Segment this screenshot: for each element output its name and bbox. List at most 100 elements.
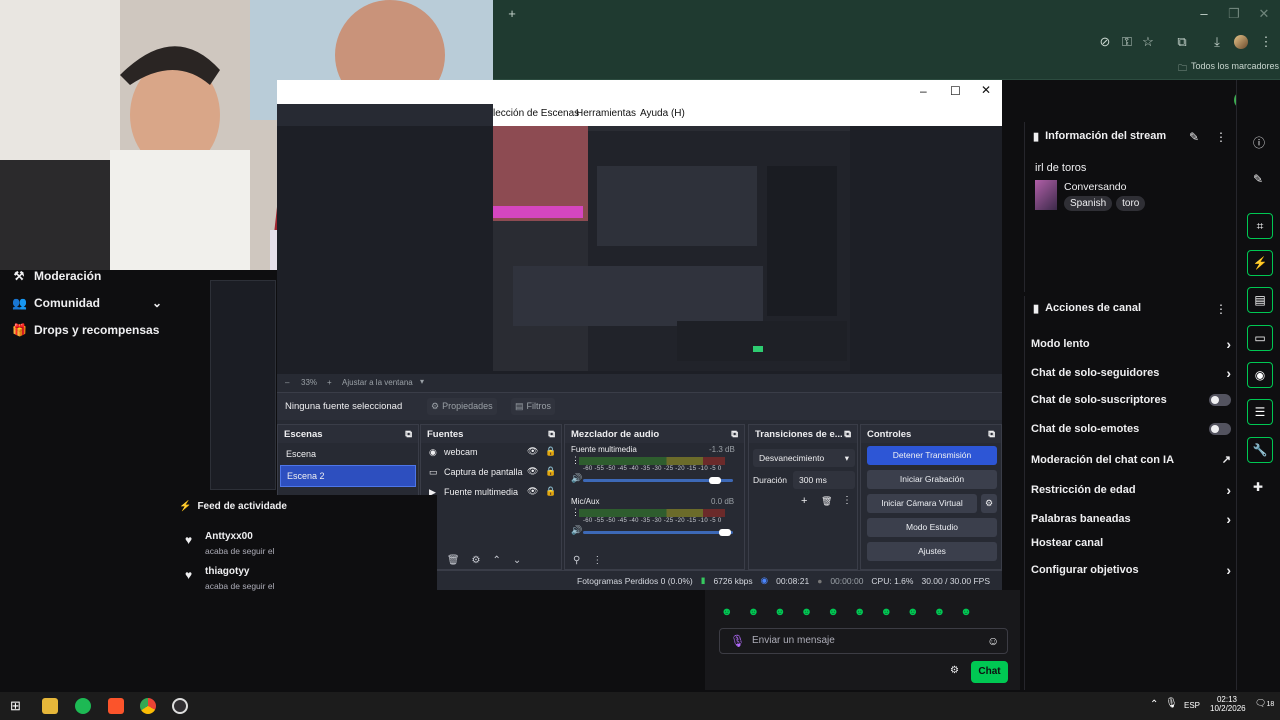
obs-preview[interactable] bbox=[277, 126, 1002, 416]
delete-icon[interactable]: 🗑 bbox=[821, 496, 832, 507]
volume-slider[interactable] bbox=[583, 477, 733, 484]
key-icon[interactable]: ⚿ bbox=[1117, 32, 1137, 52]
action-slow-mode[interactable]: Modo lento › bbox=[1031, 336, 1231, 352]
action-host-channel[interactable]: Hostear canal bbox=[1031, 537, 1231, 549]
source-item[interactable]: ◉ webcam 👁 🔒 bbox=[421, 443, 561, 463]
scene-item-selected[interactable]: Escena 2 bbox=[280, 465, 416, 487]
dock-float-icon[interactable]: ⧉ bbox=[988, 429, 995, 440]
subs-only-toggle[interactable] bbox=[1209, 394, 1231, 406]
menu-scene-collection[interactable]: lección de Escenas bbox=[493, 108, 579, 119]
start-recording-button[interactable]: Iniciar Grabación bbox=[867, 470, 997, 489]
emote-icon[interactable]: ☻ bbox=[854, 606, 866, 618]
menu-icon[interactable]: ⋮ bbox=[1256, 32, 1276, 52]
emote-icon[interactable]: ☻ bbox=[960, 606, 972, 618]
move-down-icon[interactable]: ⌄ bbox=[513, 555, 521, 566]
duration-input[interactable]: 300 ms bbox=[793, 471, 855, 489]
gear-icon[interactable]: ⚙ bbox=[472, 555, 481, 566]
chat-input[interactable]: 🎙 Enviar un mensaje ☺ bbox=[719, 628, 1008, 654]
chat-bubble-icon[interactable]: ▭ bbox=[1247, 325, 1273, 351]
obs-icon[interactable] bbox=[172, 698, 188, 714]
visibility-icon[interactable]: 👁 bbox=[527, 486, 538, 497]
clock[interactable]: 02:13 10/2/2026 bbox=[1210, 695, 1246, 713]
nav-moderation[interactable]: ⚒ Moderación bbox=[12, 269, 102, 283]
link-icon[interactable]: ⚲ bbox=[573, 555, 580, 566]
action-set-goals[interactable]: Configurar objetivos › bbox=[1031, 562, 1231, 578]
spotify-icon[interactable] bbox=[75, 698, 91, 714]
add-transition-icon[interactable]: + bbox=[801, 495, 807, 507]
scene-item[interactable]: Escena bbox=[278, 443, 418, 465]
download-icon[interactable]: ⤓ bbox=[1207, 32, 1227, 52]
list-icon[interactable]: ☰ bbox=[1247, 399, 1273, 425]
more-icon[interactable]: ⋮ bbox=[1215, 302, 1227, 316]
more-icon[interactable]: ⋮ bbox=[592, 555, 602, 566]
properties-button[interactable]: ⚙ Propiedades bbox=[427, 398, 497, 415]
file-explorer-icon[interactable] bbox=[42, 698, 58, 714]
visibility-icon[interactable]: 👁 bbox=[527, 466, 538, 477]
emote-picker-icon[interactable]: ☺ bbox=[987, 634, 999, 648]
lock-icon[interactable]: 🔒 bbox=[545, 486, 556, 497]
start-icon[interactable]: ⊞ bbox=[10, 698, 21, 714]
visibility-icon[interactable]: 👁 bbox=[527, 446, 538, 457]
feed-user[interactable]: Anttyxx00 bbox=[205, 531, 253, 542]
fit-to-window[interactable]: Ajustar a la ventana bbox=[342, 378, 413, 387]
brave-icon[interactable] bbox=[108, 698, 124, 714]
slider-knob[interactable] bbox=[719, 529, 731, 536]
action-subs-only[interactable]: Chat de solo-suscriptores bbox=[1031, 394, 1231, 406]
studio-mode-button[interactable]: Modo Estudio bbox=[867, 518, 997, 537]
delete-icon[interactable]: 🗑 bbox=[447, 555, 460, 566]
tray-chevron-icon[interactable]: ⌃ bbox=[1150, 699, 1158, 710]
dropdown-icon[interactable]: ▾ bbox=[420, 377, 424, 386]
stop-streaming-button[interactable]: Detener Transmisión bbox=[867, 446, 997, 465]
action-followers-only[interactable]: Chat de solo-seguidores › bbox=[1031, 365, 1231, 381]
emote-icon[interactable]: ☻ bbox=[880, 606, 892, 618]
emote-icon[interactable]: ☻ bbox=[827, 606, 839, 618]
restore-icon[interactable]: ❐ bbox=[1224, 4, 1244, 24]
filters-button[interactable]: ▤ Filtros bbox=[511, 398, 556, 415]
action-emotes-only[interactable]: Chat de solo-emotes bbox=[1031, 423, 1231, 435]
wrench-icon[interactable]: 🔧 bbox=[1247, 437, 1273, 463]
clipboard-icon[interactable]: ▤ bbox=[1247, 287, 1273, 313]
obs-maximize-icon[interactable]: ☐ bbox=[950, 84, 961, 98]
category-name[interactable]: Conversando bbox=[1064, 181, 1126, 193]
info-circle-icon[interactable]: ⓘ bbox=[1253, 134, 1265, 151]
chat-send-button[interactable]: Chat bbox=[971, 661, 1008, 683]
category-boxart[interactable] bbox=[1035, 180, 1057, 210]
clip-icon[interactable]: ⌗ bbox=[1247, 213, 1273, 239]
obs-minimize-icon[interactable]: – bbox=[920, 84, 927, 98]
start-virtual-camera-button[interactable]: Iniciar Cámara Virtual bbox=[867, 494, 977, 513]
new-tab-button[interactable]: + bbox=[502, 4, 522, 24]
dock-float-icon[interactable]: ⧉ bbox=[731, 429, 738, 440]
slider-knob[interactable] bbox=[709, 477, 721, 484]
pencil-icon[interactable]: ✎ bbox=[1253, 172, 1263, 186]
volume-slider[interactable] bbox=[583, 529, 733, 536]
eye-off-icon[interactable]: ⊘ bbox=[1095, 32, 1115, 52]
lock-icon[interactable]: 🔒 bbox=[545, 466, 556, 477]
notifications-icon[interactable]: 🗨18 bbox=[1255, 698, 1274, 709]
extensions-icon[interactable]: ⧉ bbox=[1172, 32, 1192, 52]
edit-icon[interactable]: ✎ bbox=[1189, 130, 1199, 144]
nav-drops[interactable]: 🎁 Drops y recompensas bbox=[12, 323, 159, 337]
nav-community[interactable]: 👥 Comunidad ⌄ bbox=[12, 296, 162, 310]
emotes-only-toggle[interactable] bbox=[1209, 423, 1231, 435]
chat-settings-icon[interactable]: ⚙ bbox=[950, 665, 959, 676]
menu-help[interactable]: Ayuda (H) bbox=[640, 108, 685, 119]
chrome-icon[interactable] bbox=[140, 698, 156, 714]
mic-icon[interactable]: 🎙 bbox=[730, 634, 745, 648]
emote-icon[interactable]: ☻ bbox=[721, 606, 733, 618]
emote-icon[interactable]: ☻ bbox=[907, 606, 919, 618]
close-window-icon[interactable]: ✕ bbox=[1254, 4, 1274, 24]
source-item[interactable]: ▶ Fuente multimedia 👁 🔒 bbox=[421, 483, 561, 503]
mic-tray-icon[interactable]: 🎙 bbox=[1165, 698, 1178, 709]
tag[interactable]: Spanish bbox=[1064, 196, 1113, 211]
speaker-icon[interactable]: 🔊 bbox=[571, 473, 582, 484]
source-item[interactable]: ▭ Captura de pantalla 👁 🔒 bbox=[421, 463, 561, 483]
menu-tools[interactable]: Herramientas bbox=[576, 108, 636, 119]
add-icon[interactable]: ✚ bbox=[1253, 480, 1263, 494]
tag[interactable]: toro bbox=[1116, 196, 1146, 211]
feed-user[interactable]: thiagotyy bbox=[205, 566, 249, 577]
dock-float-icon[interactable]: ⧉ bbox=[548, 429, 555, 440]
emote-icon[interactable]: ☻ bbox=[801, 606, 813, 618]
obs-close-icon[interactable]: ✕ bbox=[981, 83, 991, 97]
dock-float-icon[interactable]: ⧉ bbox=[844, 429, 851, 440]
move-up-icon[interactable]: ⌃ bbox=[493, 555, 501, 566]
